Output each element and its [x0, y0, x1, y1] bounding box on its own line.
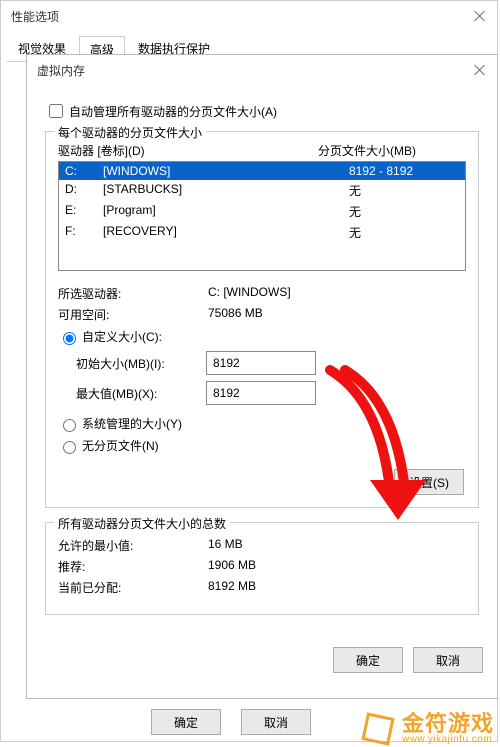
- set-button[interactable]: 设置(S): [394, 469, 464, 495]
- outer-ok-button[interactable]: 确定: [151, 709, 221, 735]
- drive-label: [STARBUCKS]: [103, 182, 349, 199]
- per-drive-group: 每个驱动器的分页文件大小 驱动器 [卷标](D) 分页文件大小(MB) C:[W…: [45, 131, 479, 508]
- drive-list[interactable]: C:[WINDOWS]8192 - 8192D:[STARBUCKS]无E:[P…: [58, 161, 466, 271]
- watermark-cube-icon: [360, 711, 396, 747]
- watermark-text: 金符游戏 www.yikajinfu.com: [402, 712, 494, 746]
- drive-row[interactable]: C:[WINDOWS]8192 - 8192: [59, 162, 465, 180]
- virtual-memory-dialog: 虚拟内存 自动管理所有驱动器的分页文件大小(A) 每个驱动器的分页文件大小 驱动…: [26, 54, 498, 699]
- radio-system-label: 系统管理的大小(Y): [82, 415, 182, 432]
- selected-drive-value: C: [WINDOWS]: [208, 285, 466, 302]
- radio-system[interactable]: [63, 419, 76, 432]
- drive-letter: C:: [65, 164, 103, 178]
- totals-legend: 所有驱动器分页文件大小的总数: [54, 515, 230, 532]
- outer-title: 性能选项: [11, 4, 59, 29]
- watermark-en: www.yikajinfu.com: [402, 735, 494, 746]
- radio-system-row[interactable]: 系统管理的大小(Y): [58, 415, 466, 432]
- radio-none[interactable]: [63, 441, 76, 454]
- vm-titlebar: 虚拟内存: [27, 55, 497, 85]
- radio-custom-label: 自定义大小(C):: [82, 328, 162, 345]
- drive-list-header: 驱动器 [卷标](D) 分页文件大小(MB): [58, 142, 466, 159]
- vm-title: 虚拟内存: [37, 58, 85, 83]
- col-size: 分页文件大小(MB): [318, 142, 416, 159]
- rec-label: 推荐:: [58, 558, 208, 575]
- cur-value: 8192 MB: [208, 579, 466, 596]
- drive-size: 无: [349, 182, 459, 199]
- vm-ok-button[interactable]: 确定: [333, 647, 403, 673]
- free-space-row: 可用空间: 75086 MB: [58, 306, 466, 323]
- free-space-label: 可用空间:: [58, 306, 208, 323]
- vm-cancel-button[interactable]: 取消: [413, 647, 483, 673]
- auto-manage-checkbox[interactable]: [49, 104, 63, 118]
- initial-size-input[interactable]: [206, 351, 316, 375]
- vm-button-row: 确定 取消: [27, 639, 497, 681]
- drive-label: [Program]: [103, 203, 349, 220]
- outer-titlebar: 性能选项: [1, 1, 497, 31]
- auto-manage-checkbox-row[interactable]: 自动管理所有驱动器的分页文件大小(A): [45, 101, 479, 121]
- vm-body: 自动管理所有驱动器的分页文件大小(A) 每个驱动器的分页文件大小 驱动器 [卷标…: [27, 85, 497, 639]
- drive-row[interactable]: D:[STARBUCKS]无: [59, 180, 465, 201]
- drive-row[interactable]: E:[Program]无: [59, 201, 465, 222]
- watermark-cn: 金符游戏: [402, 712, 494, 735]
- initial-size-row: 初始大小(MB)(I):: [76, 351, 466, 375]
- watermark: 金符游戏 www.yikajinfu.com: [360, 711, 494, 747]
- drive-letter: D:: [65, 182, 103, 199]
- drive-label: [WINDOWS]: [103, 164, 349, 178]
- cur-row: 当前已分配: 8192 MB: [58, 579, 466, 596]
- max-size-label: 最大值(MB)(X):: [76, 385, 206, 402]
- radio-none-row[interactable]: 无分页文件(N): [58, 437, 466, 454]
- min-row: 允许的最小值: 16 MB: [58, 537, 466, 554]
- close-icon[interactable]: [473, 9, 487, 23]
- drive-size: 8192 - 8192: [349, 164, 459, 178]
- min-value: 16 MB: [208, 537, 466, 554]
- radio-none-label: 无分页文件(N): [82, 437, 159, 454]
- rec-row: 推荐: 1906 MB: [58, 558, 466, 575]
- drive-size: 无: [349, 224, 459, 241]
- max-size-input[interactable]: [206, 381, 316, 405]
- totals-group: 所有驱动器分页文件大小的总数 允许的最小值: 16 MB 推荐: 1906 MB…: [45, 522, 479, 615]
- max-size-row: 最大值(MB)(X):: [76, 381, 466, 405]
- drive-size: 无: [349, 203, 459, 220]
- close-icon[interactable]: [473, 63, 487, 77]
- min-label: 允许的最小值:: [58, 537, 208, 554]
- auto-manage-label: 自动管理所有驱动器的分页文件大小(A): [69, 103, 277, 120]
- drive-label: [RECOVERY]: [103, 224, 349, 241]
- cur-label: 当前已分配:: [58, 579, 208, 596]
- initial-size-label: 初始大小(MB)(I):: [76, 355, 206, 372]
- drive-row[interactable]: F:[RECOVERY]无: [59, 222, 465, 243]
- drive-letter: F:: [65, 224, 103, 241]
- outer-cancel-button[interactable]: 取消: [241, 709, 311, 735]
- radio-custom-row[interactable]: 自定义大小(C):: [58, 328, 466, 345]
- drive-letter: E:: [65, 203, 103, 220]
- selected-drive-row: 所选驱动器: C: [WINDOWS]: [58, 285, 466, 302]
- rec-value: 1906 MB: [208, 558, 466, 575]
- col-drive: 驱动器 [卷标](D): [58, 142, 145, 159]
- outer-button-row: 确定 取消: [151, 709, 311, 735]
- free-space-value: 75086 MB: [208, 306, 466, 323]
- per-drive-legend: 每个驱动器的分页文件大小: [54, 124, 206, 141]
- selected-drive-label: 所选驱动器:: [58, 285, 208, 302]
- radio-custom[interactable]: [63, 332, 76, 345]
